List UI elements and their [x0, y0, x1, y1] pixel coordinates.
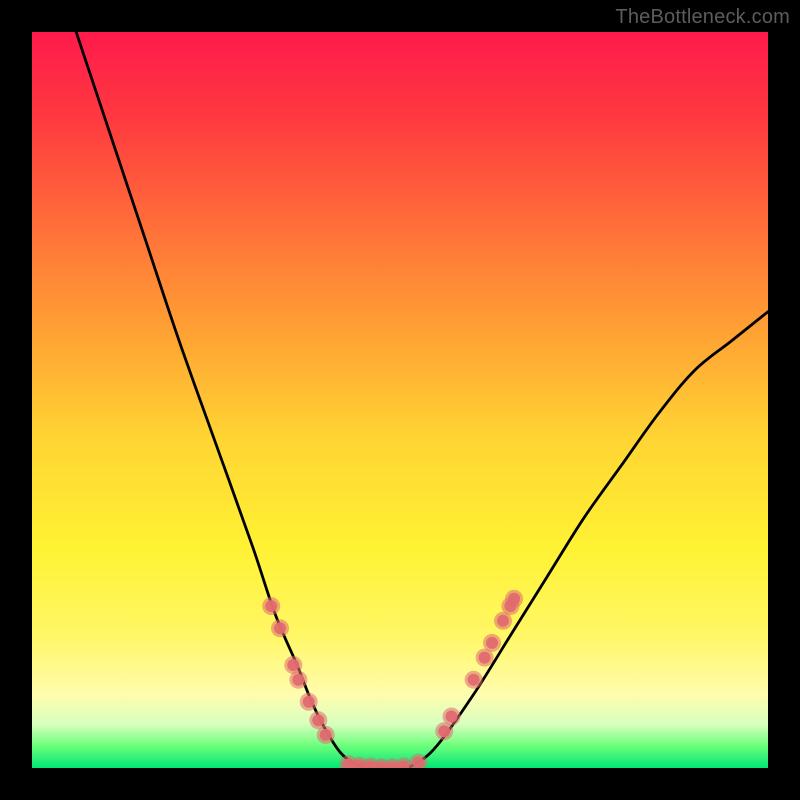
data-marker: [292, 674, 304, 686]
data-marker: [446, 711, 458, 723]
data-marker: [274, 622, 286, 634]
data-marker: [438, 725, 450, 737]
data-marker: [468, 674, 480, 686]
data-marker: [479, 652, 491, 664]
plot-area: [32, 32, 768, 768]
data-marker: [312, 714, 324, 726]
data-marker: [265, 600, 277, 612]
data-marker: [287, 659, 299, 671]
data-marker: [486, 637, 498, 649]
data-marker: [508, 593, 520, 605]
curve-svg: [32, 32, 768, 768]
data-marker: [320, 729, 332, 741]
bottleneck-curve: [76, 32, 768, 768]
watermark-text: TheBottleneck.com: [615, 6, 790, 29]
data-marker: [497, 615, 509, 627]
data-marker: [303, 696, 315, 708]
chart-frame: TheBottleneck.com: [0, 0, 800, 800]
